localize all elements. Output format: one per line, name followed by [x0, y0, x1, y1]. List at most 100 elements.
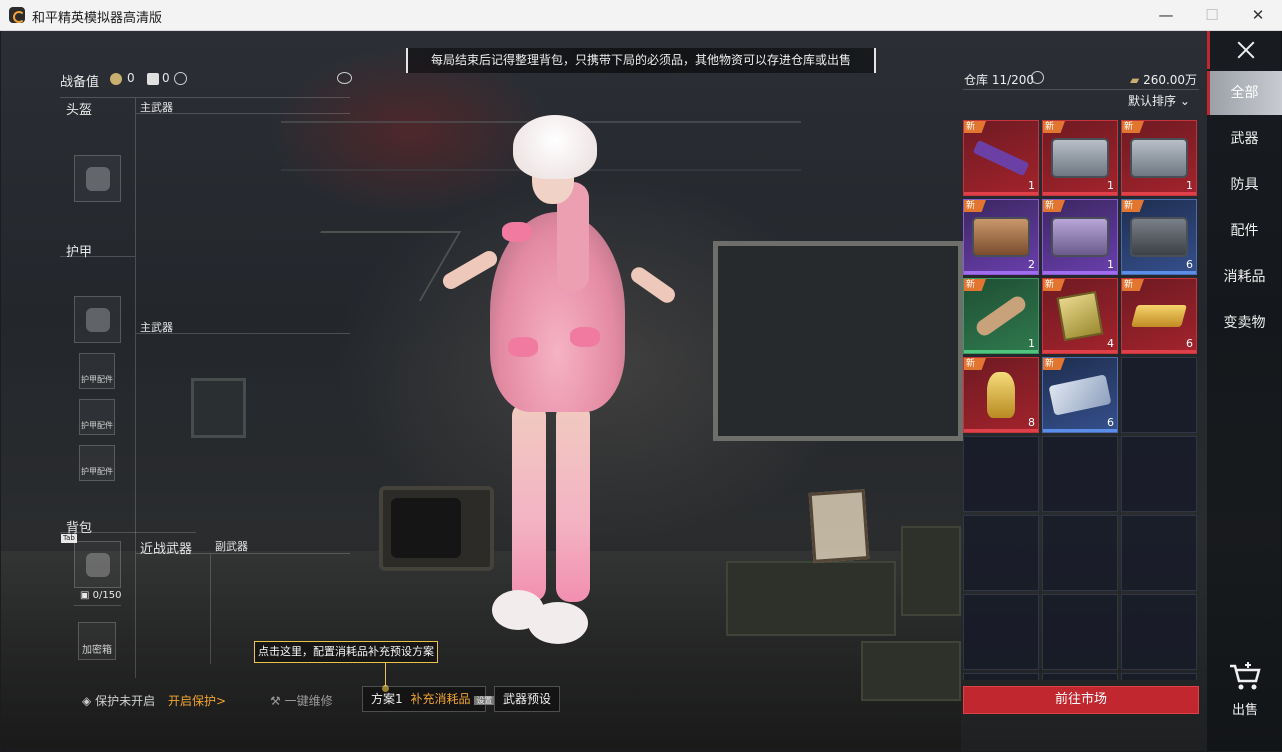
new-badge: 新: [1043, 358, 1065, 370]
sell-button[interactable]: 出售: [1222, 662, 1268, 718]
backpack-slot[interactable]: [74, 541, 121, 588]
dark-case-icon: [1130, 217, 1188, 257]
tab-sellables[interactable]: 变卖物: [1207, 301, 1282, 345]
character-model[interactable]: [440, 112, 680, 652]
tab-all[interactable]: 全部: [1207, 71, 1282, 115]
copper-case-icon: [972, 217, 1030, 257]
repair-all-label: 一键维修: [284, 694, 333, 708]
character-arm: [627, 264, 679, 306]
item-count: 1: [1107, 258, 1114, 271]
scene-crate: [901, 526, 961, 616]
empty-slot[interactable]: [1042, 436, 1118, 512]
warehouse-item-document-item[interactable]: 新4: [1042, 278, 1118, 354]
warehouse-item-steel-case-item[interactable]: 新1: [1121, 120, 1197, 196]
character-bow: [508, 337, 538, 357]
go-to-market-button[interactable]: 前往市场: [963, 686, 1199, 714]
warehouse-item-lilac-case-item[interactable]: 新1: [1042, 199, 1118, 275]
scene-monitor: [191, 378, 246, 438]
tab-consumables[interactable]: 消耗品: [1207, 255, 1282, 299]
item-count: 6: [1186, 258, 1193, 271]
warehouse-item-copper-case-item[interactable]: 新2: [963, 199, 1039, 275]
character-bow: [502, 222, 532, 242]
divider: [136, 333, 350, 334]
armor-attachment-slot[interactable]: 护甲配件: [79, 399, 115, 435]
rarity-bar: [1122, 350, 1196, 353]
maximize-button[interactable]: ☐: [1189, 0, 1235, 31]
warehouse-item-rifle-item[interactable]: 新1: [963, 120, 1039, 196]
rarity-bar: [964, 350, 1038, 353]
rarity-bar: [1043, 271, 1117, 274]
enable-protection-link[interactable]: 开启保护>: [168, 692, 226, 709]
protection-status-text: 保护未开启: [95, 694, 156, 708]
steel-case-icon: [1051, 138, 1109, 178]
scene-chalkboard: [713, 241, 963, 441]
item-count: 4: [1107, 337, 1114, 350]
eye-icon[interactable]: [337, 72, 352, 84]
armor-attachment-slot[interactable]: 护甲配件: [79, 445, 115, 481]
warehouse-item-dark-case-item[interactable]: 新6: [1121, 199, 1197, 275]
empty-slot[interactable]: [1121, 594, 1197, 670]
empty-slot[interactable]: [963, 594, 1039, 670]
rarity-bar: [1122, 271, 1196, 274]
item-count: 1: [1028, 337, 1035, 350]
armor-attachment-slot[interactable]: 护甲配件: [79, 353, 115, 389]
helmet-label: 头盔: [66, 103, 93, 118]
consumables-plan-button[interactable]: 方案1 补充消耗品 设置: [362, 686, 495, 712]
sort-dropdown[interactable]: 默认排序 ⌄: [1128, 92, 1190, 109]
divider: [963, 89, 1199, 90]
helmet-slot[interactable]: [74, 155, 121, 202]
minimize-button[interactable]: —: [1143, 0, 1189, 31]
armor-slot[interactable]: [74, 296, 121, 343]
empty-slot[interactable]: [1042, 673, 1118, 680]
backpack-icon: [85, 552, 110, 577]
divider: [60, 97, 350, 98]
new-badge: 新: [1043, 279, 1065, 291]
help-icon[interactable]: [174, 72, 187, 85]
tab-weapons[interactable]: 武器: [1207, 117, 1282, 161]
tab-armor[interactable]: 防具: [1207, 163, 1282, 207]
readiness-value: 0: [127, 71, 135, 85]
repair-all-button[interactable]: ⚒ 一键维修: [270, 692, 333, 709]
weapon-presets-button[interactable]: 武器预设: [494, 686, 561, 712]
empty-slot[interactable]: [1121, 357, 1197, 433]
item-count: 1: [1028, 179, 1035, 192]
warehouse-item-ticket-item[interactable]: 新6: [1042, 357, 1118, 433]
empty-slot[interactable]: [1042, 594, 1118, 670]
window-title: 和平精英模拟器高清版: [32, 11, 163, 26]
document-icon: [1056, 290, 1104, 342]
rifle-icon: [972, 139, 1030, 177]
warehouse-item-steel-case-item[interactable]: 新1: [1042, 120, 1118, 196]
character-leg: [556, 402, 590, 602]
safe-box-label: 加密箱: [82, 645, 112, 656]
empty-slot[interactable]: [1121, 673, 1197, 680]
warehouse-item-gold-bar-item[interactable]: 新6: [1121, 278, 1197, 354]
rarity-bar: [964, 192, 1038, 195]
refill-label: 补充消耗品: [410, 692, 471, 706]
readiness-label: 战备值: [60, 75, 100, 90]
help-icon[interactable]: [1031, 71, 1044, 84]
locked-value: 0: [162, 71, 170, 85]
close-icon[interactable]: [1207, 31, 1282, 69]
character-shoe: [528, 602, 588, 644]
empty-slot[interactable]: [963, 515, 1039, 591]
new-badge: 新: [1043, 200, 1065, 212]
readiness-icon: [110, 73, 122, 85]
warehouse-item-trophy-item[interactable]: 新8: [963, 357, 1039, 433]
window-close-button[interactable]: ✕: [1235, 0, 1281, 31]
empty-slot[interactable]: [963, 436, 1039, 512]
divider: [136, 113, 350, 114]
tab-attachments[interactable]: 配件: [1207, 209, 1282, 253]
scene-tv: [379, 486, 494, 571]
empty-slot[interactable]: [1121, 515, 1197, 591]
empty-slot[interactable]: [963, 673, 1039, 680]
cash-icon: ▰: [1130, 73, 1140, 87]
empty-slot[interactable]: [1121, 436, 1197, 512]
safe-box-slot[interactable]: 加密箱: [78, 622, 116, 660]
lilac-case-icon: [1051, 217, 1109, 257]
character-hat: [513, 115, 597, 179]
character-leg: [512, 402, 546, 602]
armor-icon: [85, 307, 110, 332]
warehouse-item-scroll-item[interactable]: 新1: [963, 278, 1039, 354]
scene-crate: [726, 561, 896, 636]
empty-slot[interactable]: [1042, 515, 1118, 591]
